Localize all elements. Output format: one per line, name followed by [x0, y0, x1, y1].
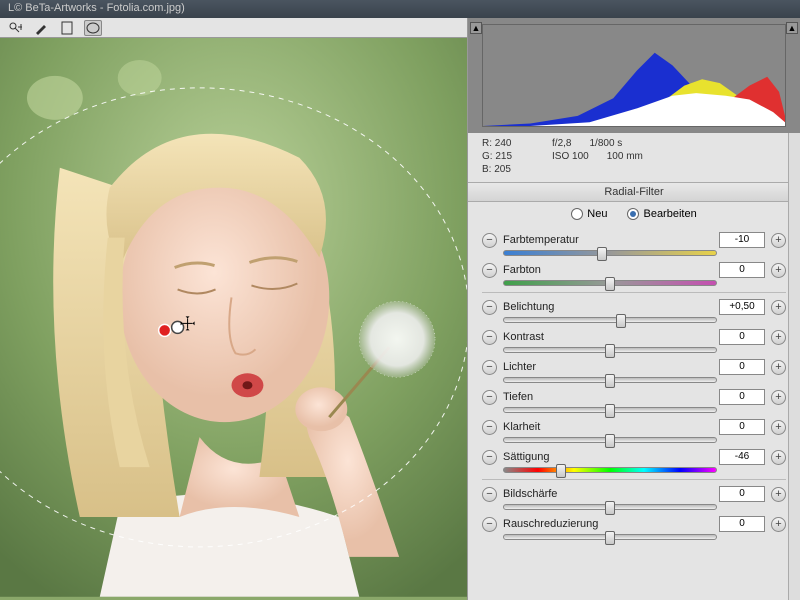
minus-button[interactable]: −	[482, 300, 497, 315]
slider-label: Rauschreduzierung	[503, 518, 713, 530]
readout-shutter: 1/800 s	[590, 137, 623, 150]
brush-tool-icon[interactable]	[32, 20, 50, 36]
slider-thumb[interactable]	[616, 314, 626, 328]
plus-button[interactable]: +	[771, 263, 786, 278]
window-titlebar: L© BeTa-Artworks - Fotolia.com.jpg)	[0, 0, 800, 18]
slider-track[interactable]	[503, 377, 717, 383]
slider-noise: − Rauschreduzierung 0 +	[482, 516, 786, 540]
slider-thumb[interactable]	[605, 374, 615, 388]
panel-title: Radial-Filter	[468, 182, 800, 202]
histogram	[482, 24, 786, 127]
histogram-shadow-clip-icon[interactable]: ▲	[470, 22, 482, 34]
slider-value-input[interactable]: -10	[719, 232, 765, 248]
mode-edit-radio[interactable]: Bearbeiten	[627, 208, 696, 220]
slider-thumb[interactable]	[605, 531, 615, 545]
slider-track[interactable]	[503, 534, 717, 540]
slider-temp: − Farbtemperatur -10 +	[482, 232, 786, 256]
preview-toolbar	[0, 18, 467, 38]
plus-button[interactable]: +	[771, 487, 786, 502]
readout-focal: 100 mm	[607, 150, 643, 163]
histogram-highlight-clip-icon[interactable]: ▲	[786, 22, 798, 34]
minus-button[interactable]: −	[482, 263, 497, 278]
slider-value-input[interactable]: +0,50	[719, 299, 765, 315]
plus-button[interactable]: +	[771, 450, 786, 465]
slider-thumb[interactable]	[605, 404, 615, 418]
plus-button[interactable]: +	[771, 390, 786, 405]
slider-highlights: − Lichter 0 +	[482, 359, 786, 383]
slider-track[interactable]	[503, 437, 717, 443]
slider-label: Belichtung	[503, 301, 713, 313]
minus-button[interactable]: −	[482, 450, 497, 465]
separator	[482, 479, 786, 480]
plus-button[interactable]: +	[771, 233, 786, 248]
slider-label: Lichter	[503, 361, 713, 373]
minus-button[interactable]: −	[482, 330, 497, 345]
minus-button[interactable]: −	[482, 233, 497, 248]
slider-label: Kontrast	[503, 331, 713, 343]
slider-track[interactable]	[503, 250, 717, 256]
slider-value-input[interactable]: 0	[719, 389, 765, 405]
slider-value-input[interactable]: 0	[719, 262, 765, 278]
slider-label: Klarheit	[503, 421, 713, 433]
slider-thumb[interactable]	[597, 247, 607, 261]
slider-thumb[interactable]	[605, 501, 615, 515]
readout-r: R: 240	[482, 137, 512, 150]
separator	[482, 292, 786, 293]
mode-new-radio[interactable]: Neu	[571, 208, 607, 220]
slider-thumb[interactable]	[605, 277, 615, 291]
slider-tint: − Farbton 0 +	[482, 262, 786, 286]
minus-button[interactable]: −	[482, 517, 497, 532]
slider-label: Farbtemperatur	[503, 234, 713, 246]
slider-label: Bildschärfe	[503, 488, 713, 500]
slider-value-input[interactable]: 0	[719, 486, 765, 502]
slider-track[interactable]	[503, 407, 717, 413]
minus-button[interactable]: −	[482, 420, 497, 435]
minus-button[interactable]: −	[482, 390, 497, 405]
slider-value-input[interactable]: 0	[719, 329, 765, 345]
slider-track[interactable]	[503, 467, 717, 473]
slider-track[interactable]	[503, 280, 717, 286]
loupe-tool-icon[interactable]	[6, 20, 24, 36]
slider-saturation: − Sättigung -46 +	[482, 449, 786, 473]
slider-label: Tiefen	[503, 391, 713, 403]
plus-button[interactable]: +	[771, 330, 786, 345]
readout-b: B: 205	[482, 163, 512, 176]
radial-tool-icon[interactable]	[84, 20, 102, 36]
plus-button[interactable]: +	[771, 420, 786, 435]
slider-thumb[interactable]	[605, 434, 615, 448]
readout-row: R: 240 G: 215 B: 205 f/2,8 1/800 s ISO 10…	[468, 133, 800, 182]
slider-value-input[interactable]: -46	[719, 449, 765, 465]
page-tool-icon[interactable]	[58, 20, 76, 36]
slider-sharpness: − Bildschärfe 0 +	[482, 486, 786, 510]
minus-button[interactable]: −	[482, 487, 497, 502]
slider-thumb[interactable]	[605, 344, 615, 358]
slider-contrast: − Kontrast 0 +	[482, 329, 786, 353]
plus-button[interactable]: +	[771, 360, 786, 375]
minus-button[interactable]: −	[482, 360, 497, 375]
slider-track[interactable]	[503, 504, 717, 510]
slider-value-input[interactable]: 0	[719, 516, 765, 532]
plus-button[interactable]: +	[771, 517, 786, 532]
slider-value-input[interactable]: 0	[719, 419, 765, 435]
plus-button[interactable]: +	[771, 300, 786, 315]
readout-aperture: f/2,8	[552, 137, 571, 150]
readout-g: G: 215	[482, 150, 512, 163]
slider-shadows: − Tiefen 0 +	[482, 389, 786, 413]
slider-value-input[interactable]: 0	[719, 359, 765, 375]
slider-exposure: − Belichtung +0,50 +	[482, 299, 786, 323]
slider-track[interactable]	[503, 347, 717, 353]
slider-track[interactable]	[503, 317, 717, 323]
mode-selector: Neu Bearbeiten	[468, 202, 800, 226]
readout-iso: ISO 100	[552, 150, 589, 163]
slider-thumb[interactable]	[556, 464, 566, 478]
slider-label: Sättigung	[503, 451, 713, 463]
slider-label: Farbton	[503, 264, 713, 276]
slider-clarity: − Klarheit 0 +	[482, 419, 786, 443]
image-preview[interactable]	[0, 38, 467, 600]
